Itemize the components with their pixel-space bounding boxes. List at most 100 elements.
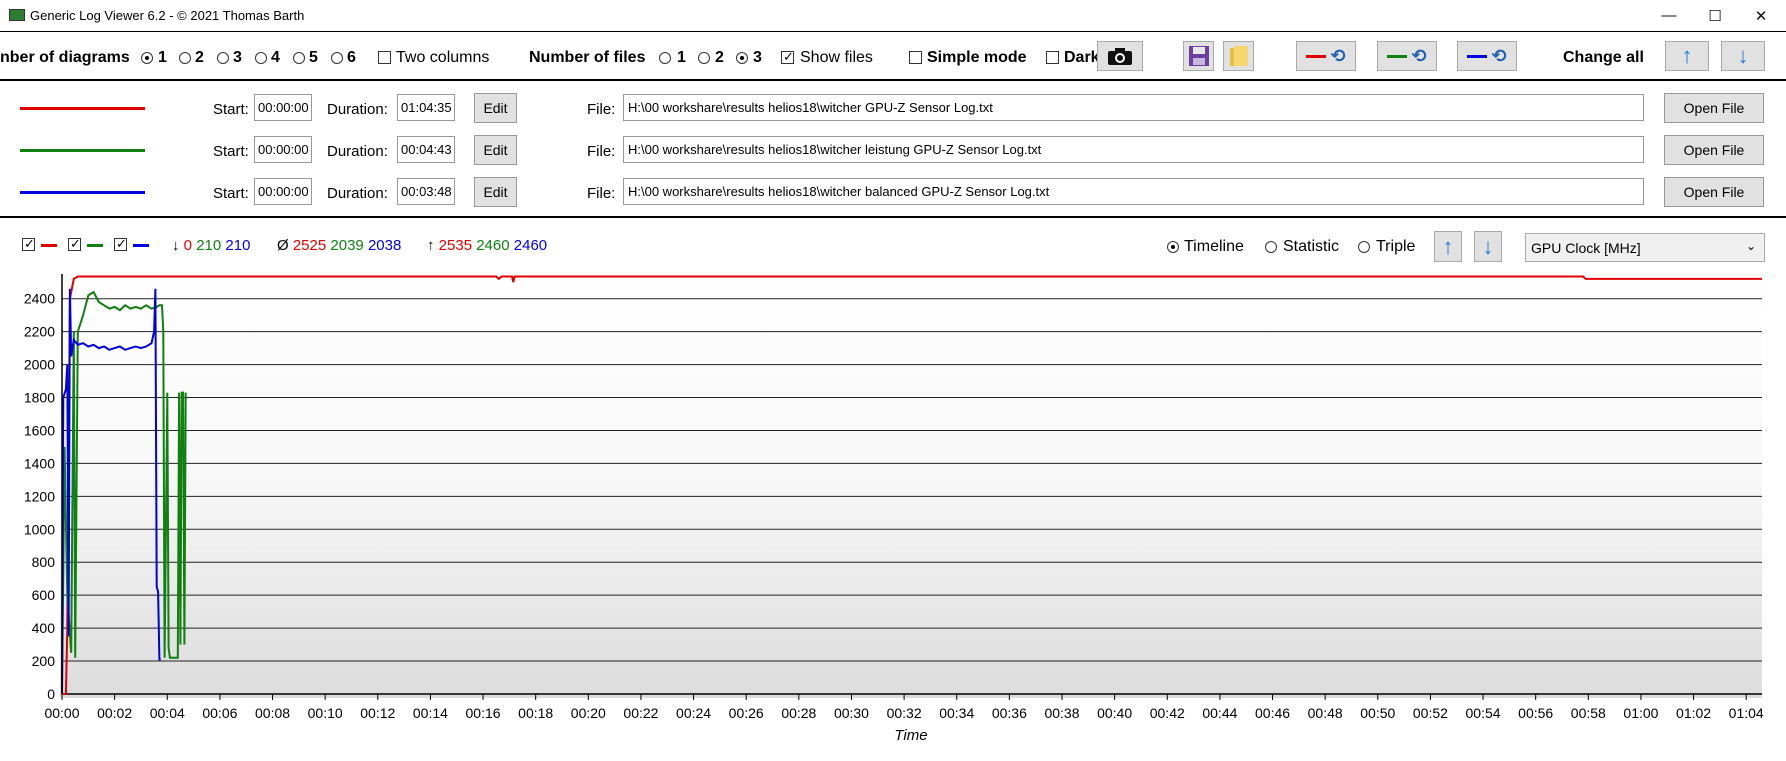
x-tick-label: 00:10 — [308, 705, 343, 721]
chart-header: ↓ 0 210 210 Ø 2525 2039 2038 ↑ 2535 2460… — [0, 219, 1786, 271]
statistic-radio[interactable] — [1265, 241, 1277, 253]
simple-mode-checkbox[interactable] — [909, 51, 922, 64]
x-tick-label: 00:54 — [1466, 705, 1501, 721]
file-row-3: Start: 00:00:00 Duration: 00:03:48 Edit … — [0, 173, 1786, 213]
x-tick-label: 00:02 — [97, 705, 132, 721]
x-tick-label: 01:00 — [1623, 705, 1658, 721]
edit-button[interactable]: Edit — [474, 93, 517, 123]
edit-button[interactable]: Edit — [474, 135, 517, 165]
swap-icon: ⟲ — [1330, 45, 1346, 66]
duration-input[interactable]: 01:04:35 — [397, 94, 455, 121]
series-red-checkbox[interactable] — [22, 236, 35, 252]
avg-stats: Ø 2525 2039 2038 — [277, 237, 402, 254]
plot-area — [60, 274, 1762, 698]
start-input[interactable]: 00:00:00 — [254, 178, 312, 205]
x-tick-label: 00:56 — [1518, 705, 1553, 721]
diagrams-radio-6[interactable] — [331, 52, 343, 64]
show-files-label: Show files — [800, 49, 873, 66]
arrow-down-icon: ↓ — [1737, 43, 1749, 68]
close-button[interactable]: ✕ — [1738, 0, 1784, 31]
x-tick-label: 00:14 — [413, 705, 448, 721]
files-radio-3-label: 3 — [753, 49, 762, 66]
diagrams-radio-3-label: 3 — [233, 49, 242, 66]
y-tick-label: 400 — [32, 620, 56, 636]
x-tick-label: 00:38 — [1044, 705, 1079, 721]
duration-label: Duration: — [327, 185, 388, 202]
minimize-button[interactable]: — — [1646, 0, 1692, 31]
screenshot-button[interactable] — [1097, 41, 1143, 71]
chart-up-button[interactable]: ↑ — [1434, 231, 1462, 262]
x-tick-label: 00:22 — [623, 705, 658, 721]
number-of-files-label: Number of files — [529, 49, 646, 66]
simple-mode-label: Simple mode — [927, 49, 1027, 66]
two-columns-checkbox[interactable] — [378, 51, 391, 64]
x-tick-label: 00:26 — [729, 705, 764, 721]
x-tick-label: 00:50 — [1360, 705, 1395, 721]
open-file-button[interactable]: Open File — [1664, 93, 1764, 123]
file-2-color-line — [20, 149, 145, 152]
series-green-checkbox[interactable] — [68, 236, 81, 252]
open-folder-button[interactable] — [1223, 41, 1254, 71]
files-radio-2[interactable] — [698, 52, 710, 64]
diagrams-radio-3[interactable] — [217, 52, 229, 64]
duration-input[interactable]: 00:03:48 — [397, 178, 455, 205]
arrow-up-icon: ↑ — [1681, 43, 1693, 68]
x-tick-label: 00:18 — [518, 705, 553, 721]
maximize-button[interactable]: ☐ — [1692, 0, 1738, 31]
max-red: 2535 — [438, 237, 473, 254]
start-input[interactable]: 00:00:00 — [254, 136, 312, 163]
files-radio-2-label: 2 — [715, 49, 724, 66]
max-blue: 2460 — [513, 237, 548, 254]
diagrams-radio-1[interactable] — [141, 52, 153, 64]
start-label: Start: — [213, 185, 249, 202]
blue-line-icon — [1467, 54, 1488, 58]
duration-input[interactable]: 00:04:43 — [397, 136, 455, 163]
statistic-label: Statistic — [1283, 238, 1340, 255]
series-blue-checkbox[interactable] — [114, 236, 127, 252]
y-tick-label: 0 — [47, 686, 55, 702]
x-tick-label: 00:42 — [1150, 705, 1185, 721]
avg-green: 2039 — [330, 237, 364, 254]
start-label: Start: — [213, 101, 249, 118]
file-path-input[interactable]: H:\00 workshare\results helios18\witcher… — [623, 178, 1644, 205]
file-path-input[interactable]: H:\00 workshare\results helios18\witcher… — [623, 136, 1644, 163]
files-radio-1[interactable] — [659, 52, 671, 64]
max-green: 2460 — [476, 237, 510, 254]
file-path-input[interactable]: H:\00 workshare\results helios18\witcher… — [623, 94, 1644, 121]
duration-label: Duration: — [327, 143, 388, 160]
save-button[interactable] — [1183, 41, 1214, 71]
start-input[interactable]: 00:00:00 — [254, 94, 312, 121]
avg-blue: 2038 — [367, 237, 402, 254]
chart-down-button[interactable]: ↓ — [1474, 231, 1502, 262]
swap-icon: ⟲ — [1491, 45, 1507, 66]
show-files-checkbox[interactable] — [781, 49, 794, 65]
swap-red-button[interactable]: ⟲ — [1296, 41, 1356, 71]
diagrams-radio-4[interactable] — [255, 52, 267, 64]
swap-green-button[interactable]: ⟲ — [1377, 41, 1437, 71]
y-tick-label: 2000 — [24, 357, 55, 373]
x-tick-label: 00:04 — [150, 705, 185, 721]
sensor-dropdown[interactable]: GPU Clock [MHz] ⌄ — [1525, 233, 1765, 262]
open-file-button[interactable]: Open File — [1664, 135, 1764, 165]
window-title: Generic Log Viewer 6.2 - © 2021 Thomas B… — [30, 8, 305, 23]
x-tick-label: 00:58 — [1571, 705, 1606, 721]
diagrams-radio-2[interactable] — [179, 52, 191, 64]
x-tick-label: 00:08 — [255, 705, 290, 721]
move-up-button[interactable]: ↑ — [1665, 41, 1709, 71]
red-line-icon — [41, 244, 57, 247]
open-file-button[interactable]: Open File — [1664, 177, 1764, 207]
move-down-button[interactable]: ↓ — [1721, 41, 1765, 71]
min-stats: ↓ 0 210 210 — [172, 237, 251, 254]
file-row-1: Start: 00:00:00 Duration: 01:04:35 Edit … — [0, 89, 1786, 129]
y-tick-label: 1600 — [24, 422, 55, 438]
timeline-radio[interactable] — [1167, 241, 1179, 253]
y-tick-label: 2400 — [24, 291, 55, 307]
triple-radio[interactable] — [1358, 241, 1370, 253]
change-all-label: Change all — [1563, 49, 1644, 66]
edit-button[interactable]: Edit — [474, 177, 517, 207]
dark-checkbox[interactable] — [1046, 51, 1059, 64]
swap-blue-button[interactable]: ⟲ — [1457, 41, 1517, 71]
chart-svg: 0 200 400 600 800 1000 1200 1400 1600 1800 2000 220… — [24, 274, 1764, 744]
diagrams-radio-5[interactable] — [293, 52, 305, 64]
files-radio-3[interactable] — [736, 52, 748, 64]
